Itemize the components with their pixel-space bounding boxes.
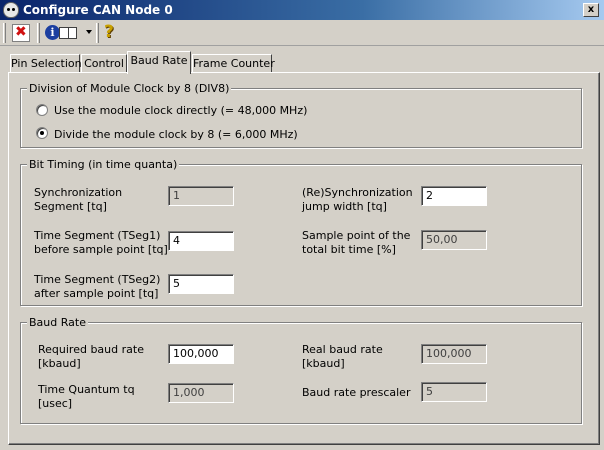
sync-segment-label-2: Segment [tq] (34, 200, 107, 213)
real-baud-label-2: [kbaud] (302, 357, 345, 370)
division-group-title: Division of Module Clock by 8 (DIV8) (27, 82, 232, 95)
sync-segment-label-1: Synchronization (34, 186, 123, 199)
time-quantum-label-2: [usec] (38, 397, 73, 410)
radio-module-clock-direct-label[interactable]: Use the module clock directly (= 48,000 … (54, 104, 307, 117)
tseg1-input[interactable]: 4 (168, 231, 234, 251)
sample-point-label-2: total bit time [%] (302, 243, 396, 256)
tseg2-input[interactable]: 5 (168, 274, 234, 294)
prescaler-label: Baud rate prescaler (302, 386, 411, 399)
sjw-label-1: (Re)Synchronization (302, 186, 413, 199)
tseg2-label-1: Time Segment (TSeg2) (34, 273, 161, 286)
radio-divide-by-8[interactable] (36, 127, 48, 139)
baud-rate-group-title: Baud Rate (27, 316, 88, 329)
baud-rate-group (20, 322, 582, 424)
tseg1-label-2: before sample point [tq] (34, 243, 168, 256)
time-quantum-label-1: Time Quantum tq (38, 383, 135, 396)
real-baud-label-1: Real baud rate (302, 343, 383, 356)
radio-module-clock-direct[interactable] (36, 104, 48, 116)
sync-segment-field: 1 (168, 186, 234, 206)
sample-point-label-1: Sample point of the (302, 229, 411, 242)
tseg1-label-1: Time Segment (TSeg1) (34, 229, 161, 242)
required-baud-label-1: Required baud rate (38, 343, 144, 356)
required-baud-label-2: [kbaud] (38, 357, 81, 370)
bit-timing-group-title: Bit Timing (in time quanta) (27, 158, 180, 171)
radio-divide-by-8-label[interactable]: Divide the module clock by 8 (= 6,000 MH… (54, 128, 298, 141)
real-baud-field: 100,000 (421, 344, 487, 364)
prescaler-field: 5 (421, 382, 487, 402)
required-baud-input[interactable]: 100,000 (168, 344, 234, 364)
sjw-label-2: jump width [tq] (302, 200, 387, 213)
sample-point-field: 50,00 (421, 230, 487, 250)
time-quantum-field: 1,000 (168, 383, 234, 403)
sjw-input[interactable]: 2 (421, 186, 487, 206)
tseg2-label-2: after sample point [tq] (34, 287, 159, 300)
